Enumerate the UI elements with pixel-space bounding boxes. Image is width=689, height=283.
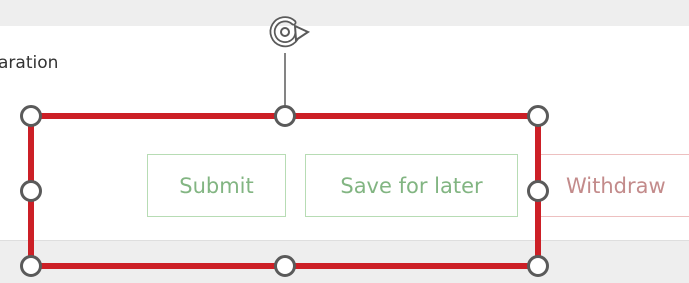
resize-handle-top[interactable]	[274, 105, 296, 127]
withdraw-button[interactable]: Withdraw	[538, 154, 689, 217]
resize-handle-right[interactable]	[527, 180, 549, 202]
resize-handle-top-left[interactable]	[20, 105, 42, 127]
resize-handle-bottom[interactable]	[274, 255, 296, 277]
resize-handle-top-right[interactable]	[527, 105, 549, 127]
resize-handle-left[interactable]	[20, 180, 42, 202]
section-heading: aration	[0, 53, 59, 73]
save-for-later-button[interactable]: Save for later	[305, 154, 518, 217]
submit-button[interactable]: Submit	[147, 154, 286, 217]
resize-handle-bottom-left[interactable]	[20, 255, 42, 277]
resize-handle-bottom-right[interactable]	[527, 255, 549, 277]
